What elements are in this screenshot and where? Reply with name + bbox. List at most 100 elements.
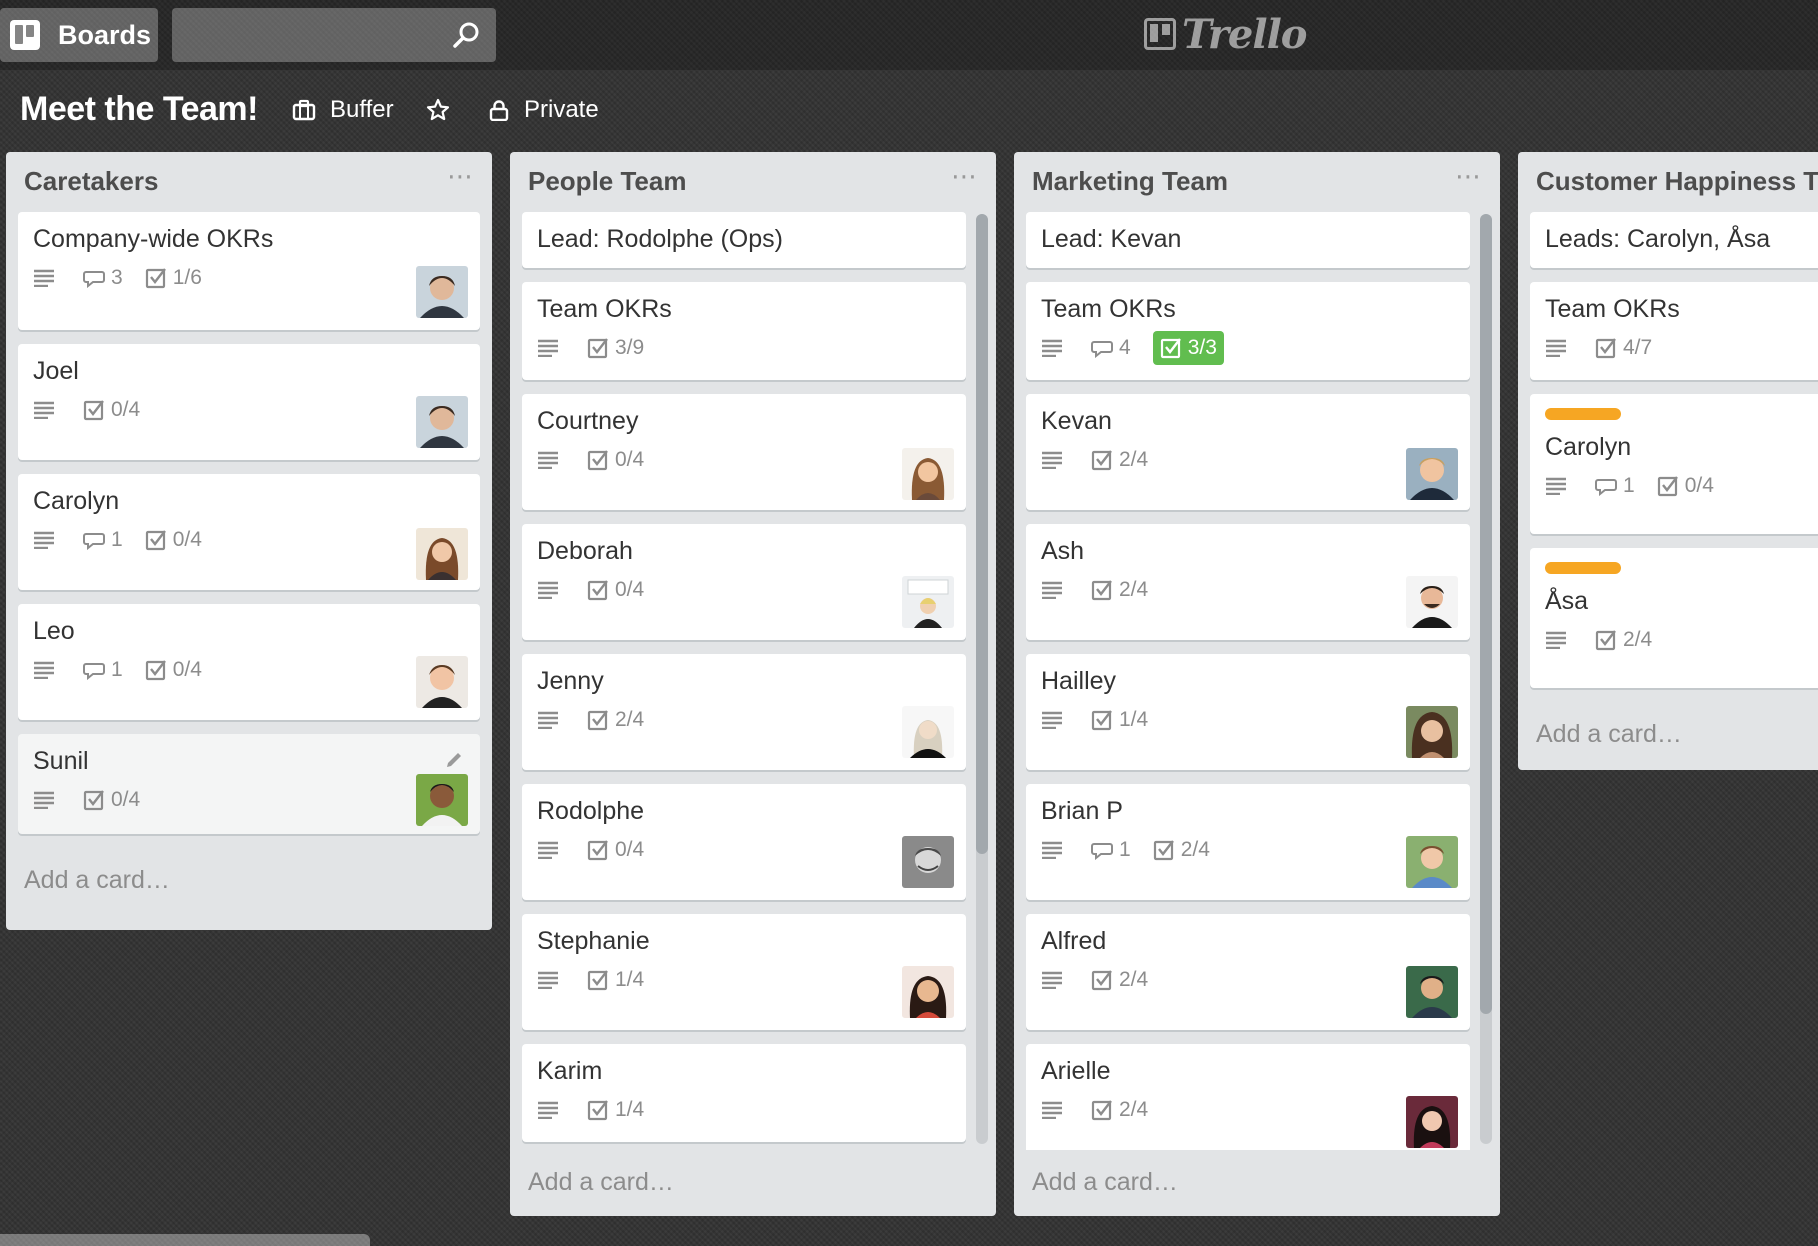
card[interactable]: Lead: Rodolphe (Ops) [522, 212, 966, 268]
card[interactable]: Jenny 2/4 [522, 654, 966, 770]
member-avatar[interactable] [902, 966, 954, 1018]
card[interactable]: Team OKRs 3/9 [522, 282, 966, 380]
card[interactable]: Deborah 0/4 [522, 524, 966, 640]
card[interactable]: Leo 1 0/4 [18, 604, 480, 720]
description-icon [538, 841, 558, 859]
member-avatar[interactable] [1406, 966, 1458, 1018]
board-horizontal-scrollbar[interactable] [0, 1234, 370, 1246]
card[interactable]: Åsa 2/4 [1530, 548, 1818, 688]
search-input[interactable] [172, 8, 446, 64]
list-scrollbar[interactable] [976, 214, 988, 1144]
member-avatar[interactable] [902, 576, 954, 628]
card-title: Deborah [537, 537, 633, 565]
list-title[interactable]: Customer Happiness Team [1536, 166, 1818, 197]
card[interactable]: Brian P 1 2/4 [1026, 784, 1470, 900]
description-badge [1545, 339, 1573, 357]
card[interactable]: Leads: Carolyn, Åsa [1530, 212, 1818, 268]
member-avatar[interactable] [416, 528, 468, 580]
description-icon [34, 269, 54, 287]
card[interactable]: Ash 2/4 [1026, 524, 1470, 640]
star-button[interactable] [426, 90, 464, 130]
member-avatar[interactable] [416, 266, 468, 318]
card[interactable]: Company-wide OKRs 3 1/6 [18, 212, 480, 330]
list-scrollbar[interactable] [1480, 214, 1492, 1144]
member-avatar[interactable] [902, 706, 954, 758]
search-icon[interactable] [452, 21, 480, 49]
checklist-badge: 1/4 [587, 968, 644, 992]
add-card-button[interactable]: Add a card… [510, 1150, 996, 1214]
list-menu-icon[interactable] [956, 172, 978, 180]
boards-button[interactable]: Boards [0, 8, 158, 62]
checklist-count: 1/4 [615, 1098, 645, 1121]
checklist-icon [83, 400, 104, 421]
card-label-orange [1545, 562, 1621, 574]
card-title: Team OKRs [1545, 295, 1680, 323]
add-card-button[interactable]: Add a card… [1518, 702, 1818, 766]
checklist-badge: 4/7 [1595, 336, 1652, 360]
lock-icon [489, 100, 509, 121]
list-scrollbar-thumb[interactable] [1480, 214, 1492, 1014]
card[interactable]: Lead: Kevan [1026, 212, 1470, 268]
card-badges: 1/4 [537, 960, 951, 1000]
card[interactable]: Karim 1/4 [522, 1044, 966, 1142]
checklist-badge: 0/4 [145, 658, 202, 682]
list-scrollbar-thumb[interactable] [976, 214, 988, 854]
card-badges: 2/4 [1041, 440, 1455, 480]
board-title[interactable]: Meet the Team! [20, 90, 258, 129]
search-box[interactable] [172, 8, 496, 64]
card-badges: 1 0/4 [1545, 466, 1818, 506]
trello-logo[interactable]: Trello [1144, 10, 1307, 58]
list-header: Marketing Team [1014, 152, 1500, 212]
card[interactable]: Team OKRs 4 3/3 [1026, 282, 1470, 380]
team-button[interactable]: Buffer [292, 90, 394, 130]
card[interactable]: Joel 0/4 [18, 344, 480, 460]
card[interactable]: Rodolphe 0/4 [522, 784, 966, 900]
member-avatar[interactable] [1406, 448, 1458, 500]
list-menu-icon[interactable] [1460, 172, 1482, 180]
add-card-button[interactable]: Add a card… [1014, 1150, 1500, 1214]
comment-count: 3 [111, 266, 123, 289]
description-badge [33, 401, 61, 419]
card[interactable]: Stephanie 1/4 [522, 914, 966, 1030]
card-title: Carolyn [1545, 433, 1632, 461]
checklist-count: 2/4 [1119, 1098, 1149, 1121]
member-avatar[interactable] [416, 396, 468, 448]
comment-icon [1091, 843, 1113, 860]
card[interactable]: Team OKRs 4/7 [1530, 282, 1818, 380]
checklist-icon [145, 660, 166, 681]
list-title[interactable]: Caretakers [24, 166, 158, 197]
card[interactable]: Carolyn 1 0/4 [18, 474, 480, 590]
comments-badge: 3 [83, 266, 123, 290]
member-avatar[interactable] [1406, 836, 1458, 888]
add-card-button[interactable]: Add a card… [6, 848, 492, 912]
list-title[interactable]: Marketing Team [1032, 166, 1228, 197]
member-avatar[interactable] [416, 774, 468, 826]
card[interactable]: Courtney 0/4 [522, 394, 966, 510]
card[interactable]: Carolyn 1 0/4 [1530, 394, 1818, 534]
description-badge [1041, 711, 1069, 729]
card[interactable]: Arielle 2/4 [1026, 1044, 1470, 1150]
member-avatar[interactable] [1406, 576, 1458, 628]
card[interactable]: Sunil 0/4 [18, 734, 480, 834]
checklist-count: 0/4 [172, 528, 202, 551]
member-avatar[interactable] [902, 836, 954, 888]
description-icon [34, 401, 54, 419]
card[interactable]: Hailley 1/4 [1026, 654, 1470, 770]
list-menu-icon[interactable] [452, 172, 474, 180]
description-badge [1545, 631, 1573, 649]
description-badge [33, 269, 61, 287]
edit-card-icon[interactable] [444, 750, 464, 770]
description-badge [537, 841, 565, 859]
member-avatar[interactable] [1406, 706, 1458, 758]
member-avatar[interactable] [1406, 1096, 1458, 1148]
card[interactable]: Kevan 2/4 [1026, 394, 1470, 510]
description-badge [537, 1101, 565, 1119]
checklist-count: 2/4 [1119, 968, 1149, 991]
card[interactable]: Alfred 2/4 [1026, 914, 1470, 1030]
list-title[interactable]: People Team [528, 166, 686, 197]
comment-icon [1595, 479, 1617, 496]
visibility-button[interactable]: Private [488, 90, 599, 130]
member-avatar[interactable] [902, 448, 954, 500]
member-avatar[interactable] [416, 656, 468, 708]
boards-label: Boards [58, 19, 152, 50]
